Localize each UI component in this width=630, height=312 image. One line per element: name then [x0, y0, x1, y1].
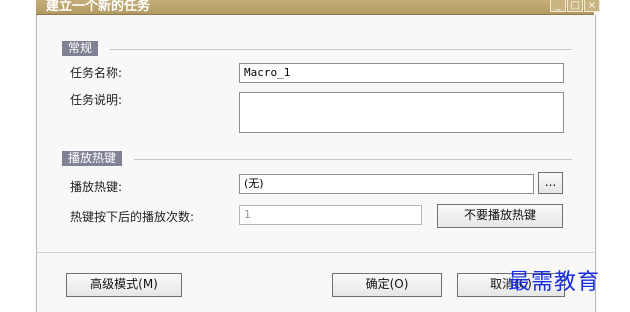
hotkey-group-divider: [134, 159, 572, 160]
hotkey-input[interactable]: (无): [239, 174, 534, 194]
task-name-label: 任务名称:: [70, 66, 123, 80]
task-description-input[interactable]: [239, 92, 564, 133]
play-count-label: 热键按下后的播放次数:: [70, 210, 195, 224]
task-name-input[interactable]: Macro_1: [239, 63, 564, 83]
advanced-mode-button[interactable]: 高级模式(M): [66, 273, 182, 297]
title-bar[interactable]: 建立一个新的任务 _ □ ×: [36, 0, 600, 15]
footer-separator: [36, 252, 594, 253]
general-group-divider: [110, 49, 572, 50]
minimize-button[interactable]: _: [550, 0, 566, 12]
play-count-input[interactable]: 1: [239, 205, 422, 225]
task-description-label: 任务说明:: [70, 93, 123, 107]
no-hotkey-button[interactable]: 不要播放热键: [437, 204, 563, 228]
ok-button[interactable]: 确定(O): [332, 273, 442, 297]
hotkey-group-header: 播放热键: [62, 151, 123, 166]
hotkey-browse-button[interactable]: ...: [538, 172, 563, 194]
window-title: 建立一个新的任务: [46, 0, 151, 14]
close-button[interactable]: ×: [584, 0, 600, 12]
watermark-text: 最需教育: [508, 270, 601, 295]
hotkey-label: 播放热键:: [70, 180, 123, 194]
general-group-header: 常规: [62, 41, 99, 56]
maximize-button[interactable]: □: [567, 0, 583, 12]
